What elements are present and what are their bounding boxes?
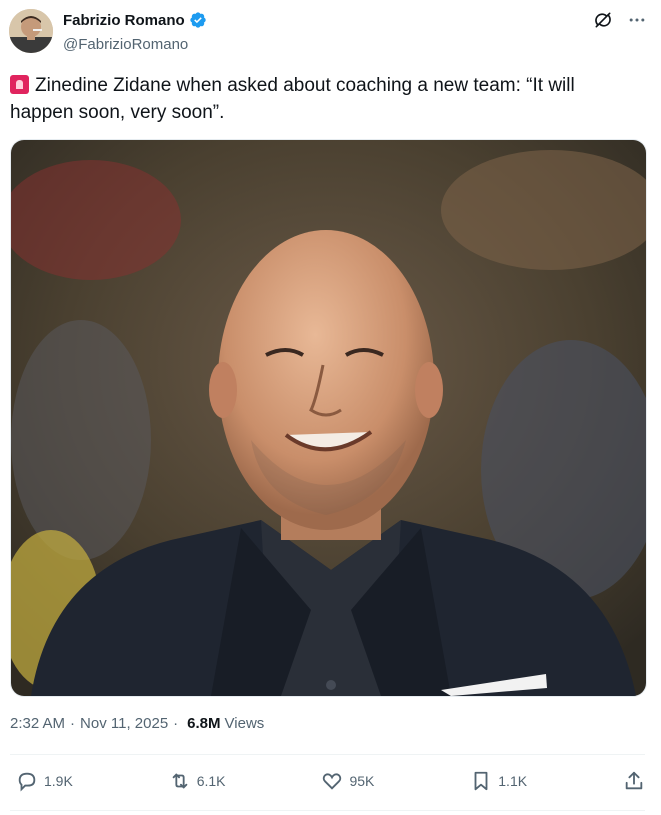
like-icon [323,773,342,790]
tweet-meta: 2:32 AM · Nov 11, 2025 · 6.8M Views [10,715,264,732]
bookmark-button[interactable]: 1.1K [470,770,527,792]
rotating-light-icon [10,75,29,94]
tweet-time[interactable]: 2:32 AM [10,715,65,732]
tweet-top-actions [593,10,647,30]
reply-button[interactable]: 1.9K [16,770,73,792]
tweet-body: Zinedine Zidane when asked about coachin… [10,75,575,123]
divider [10,754,645,755]
divider-bottom [10,810,645,811]
views-label: Views [224,715,265,732]
tweet-date[interactable]: Nov 11, 2025 [80,715,168,732]
more-icon[interactable] [627,10,647,30]
meta-separator-2: · [173,715,179,732]
reply-count: 1.9K [44,773,73,789]
author-name-row[interactable]: Fabrizio Romano [63,11,207,29]
share-button[interactable] [623,770,645,792]
reply-icon [18,772,36,792]
tweet-action-bar: 1.9K 6.1K 95K 1.1K [16,766,645,796]
author-display-name[interactable]: Fabrizio Romano [63,12,185,29]
share-icon [625,771,643,790]
views-count[interactable]: 6.8M [187,715,220,732]
grok-icon[interactable] [593,10,613,30]
meta-separator: · [70,715,76,732]
tweet-photo[interactable] [10,139,647,697]
bookmark-icon [474,771,488,791]
author-avatar[interactable] [9,9,53,53]
tweet-text: Zinedine Zidane when asked about coachin… [10,72,640,126]
repost-button[interactable]: 6.1K [169,770,226,792]
like-button[interactable]: 95K [321,770,374,792]
repost-count: 6.1K [196,773,226,789]
photo-illustration [11,140,646,696]
bookmark-count: 1.1K [498,773,528,789]
like-count: 95K [349,773,375,789]
repost-icon [172,773,188,789]
author-handle[interactable]: @FabrizioRomano [63,36,188,53]
verified-badge-icon [189,11,207,29]
